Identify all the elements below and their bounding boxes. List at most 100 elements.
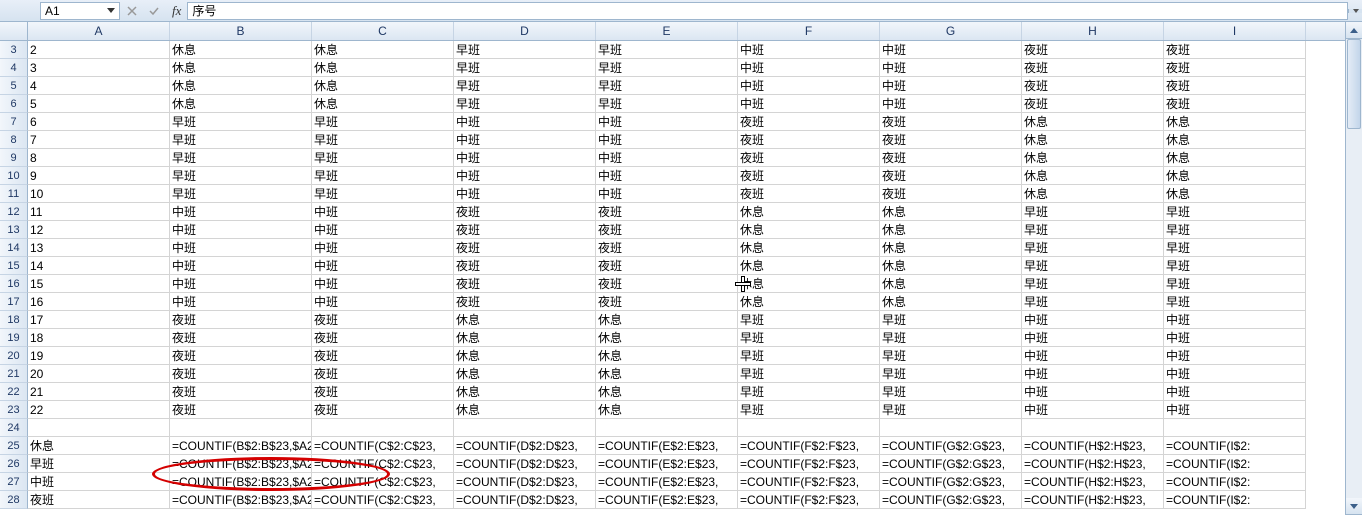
cell[interactable]: 早班: [1164, 257, 1306, 275]
cell[interactable]: 早班: [596, 59, 738, 77]
cell[interactable]: =COUNTIF(E$2:E$23,: [596, 473, 738, 491]
row-header[interactable]: 28: [0, 491, 28, 509]
cell[interactable]: [170, 419, 312, 437]
vertical-scrollbar[interactable]: [1345, 22, 1362, 515]
cell[interactable]: 22: [28, 401, 170, 419]
row-header[interactable]: 15: [0, 257, 28, 275]
cell[interactable]: 11: [28, 203, 170, 221]
cell[interactable]: 休息: [596, 383, 738, 401]
cell[interactable]: 早班: [738, 383, 880, 401]
cell[interactable]: =COUNTIF(D$2:D$23,: [454, 473, 596, 491]
cell[interactable]: 中班: [1164, 401, 1306, 419]
cell[interactable]: 休息: [738, 221, 880, 239]
cell[interactable]: 夜班: [1164, 95, 1306, 113]
row-header[interactable]: 19: [0, 329, 28, 347]
cell[interactable]: 夜班: [738, 185, 880, 203]
cell[interactable]: [312, 419, 454, 437]
cell[interactable]: 7: [28, 131, 170, 149]
cell[interactable]: 早班: [880, 311, 1022, 329]
cell[interactable]: [1164, 419, 1306, 437]
cell[interactable]: 16: [28, 293, 170, 311]
cell[interactable]: 休息: [312, 95, 454, 113]
cell[interactable]: 20: [28, 365, 170, 383]
cell[interactable]: 19: [28, 347, 170, 365]
cell[interactable]: 中班: [312, 203, 454, 221]
cell[interactable]: 夜班: [596, 239, 738, 257]
cell[interactable]: 9: [28, 167, 170, 185]
row-header[interactable]: 8: [0, 131, 28, 149]
cell[interactable]: 中班: [1164, 383, 1306, 401]
cell[interactable]: 休息: [880, 257, 1022, 275]
cell[interactable]: =COUNTIF(G$2:G$23,: [880, 437, 1022, 455]
name-box-dropdown-icon[interactable]: [107, 8, 115, 13]
cell[interactable]: 早班: [738, 311, 880, 329]
cell[interactable]: 夜班: [454, 221, 596, 239]
cell[interactable]: 6: [28, 113, 170, 131]
cell[interactable]: 休息: [880, 221, 1022, 239]
row-header[interactable]: 4: [0, 59, 28, 77]
cell[interactable]: 早班: [738, 329, 880, 347]
cell[interactable]: 休息: [1022, 131, 1164, 149]
cell[interactable]: =COUNTIF(D$2:D$23,: [454, 491, 596, 509]
cell[interactable]: 休息: [596, 401, 738, 419]
cell[interactable]: 夜班: [454, 203, 596, 221]
cell[interactable]: 早班: [880, 347, 1022, 365]
scroll-track[interactable]: [1346, 39, 1362, 498]
cell[interactable]: =COUNTIF(G$2:G$23,: [880, 455, 1022, 473]
cell[interactable]: 中班: [738, 41, 880, 59]
cell[interactable]: 休息: [312, 77, 454, 95]
cell[interactable]: 夜班: [880, 185, 1022, 203]
cell[interactable]: 夜班: [738, 149, 880, 167]
cell[interactable]: =COUNTIF(B$2:B$23,$A26): [170, 455, 312, 473]
cell[interactable]: 中班: [454, 149, 596, 167]
cell[interactable]: =COUNTIF(F$2:F$23,: [738, 455, 880, 473]
column-header-G[interactable]: G: [880, 22, 1022, 40]
cell[interactable]: 夜班: [454, 275, 596, 293]
cell[interactable]: 中班: [596, 131, 738, 149]
cell[interactable]: 休息: [170, 59, 312, 77]
cell[interactable]: 早班: [880, 401, 1022, 419]
cell[interactable]: =COUNTIF(E$2:E$23,: [596, 491, 738, 509]
cell[interactable]: 中班: [454, 167, 596, 185]
fx-button[interactable]: fx: [166, 3, 187, 19]
cell[interactable]: =COUNTIF(D$2:D$23,: [454, 455, 596, 473]
cell[interactable]: 夜班: [454, 257, 596, 275]
cell[interactable]: 休息: [596, 311, 738, 329]
column-header-C[interactable]: C: [312, 22, 454, 40]
cell[interactable]: 休息: [170, 77, 312, 95]
cell[interactable]: 中班: [454, 131, 596, 149]
cell[interactable]: 夜班: [596, 257, 738, 275]
row-header[interactable]: 18: [0, 311, 28, 329]
row-header[interactable]: 21: [0, 365, 28, 383]
cell[interactable]: 中班: [1022, 329, 1164, 347]
cell[interactable]: 休息: [596, 365, 738, 383]
cell[interactable]: 休息: [738, 239, 880, 257]
cell[interactable]: 休息: [596, 347, 738, 365]
cell[interactable]: 中班: [1164, 329, 1306, 347]
cell[interactable]: =COUNTIF(H$2:H$23,: [1022, 437, 1164, 455]
cell[interactable]: 夜班: [738, 131, 880, 149]
cell[interactable]: 早班: [454, 77, 596, 95]
cell[interactable]: 夜班: [1164, 41, 1306, 59]
cell[interactable]: 休息: [880, 203, 1022, 221]
formula-input[interactable]: 序号: [187, 2, 1348, 20]
cell[interactable]: =COUNTIF(F$2:F$23,: [738, 437, 880, 455]
row-header[interactable]: 25: [0, 437, 28, 455]
cell[interactable]: 休息: [454, 347, 596, 365]
cell[interactable]: 早班: [1164, 275, 1306, 293]
cell[interactable]: 休息: [312, 41, 454, 59]
cell[interactable]: =COUNTIF(I$2:: [1164, 437, 1306, 455]
column-header-I[interactable]: I: [1164, 22, 1306, 40]
formula-expand-button[interactable]: [1348, 9, 1362, 13]
cell[interactable]: 3: [28, 59, 170, 77]
cell[interactable]: 夜班: [738, 167, 880, 185]
cell[interactable]: =COUNTIF(I$2:: [1164, 473, 1306, 491]
cell[interactable]: 休息: [454, 329, 596, 347]
cell[interactable]: 中班: [596, 149, 738, 167]
cell[interactable]: 休息: [28, 437, 170, 455]
cell[interactable]: 21: [28, 383, 170, 401]
cell[interactable]: 早班: [1022, 275, 1164, 293]
cell[interactable]: 休息: [1022, 113, 1164, 131]
cell[interactable]: 夜班: [596, 221, 738, 239]
cell[interactable]: 中班: [170, 257, 312, 275]
